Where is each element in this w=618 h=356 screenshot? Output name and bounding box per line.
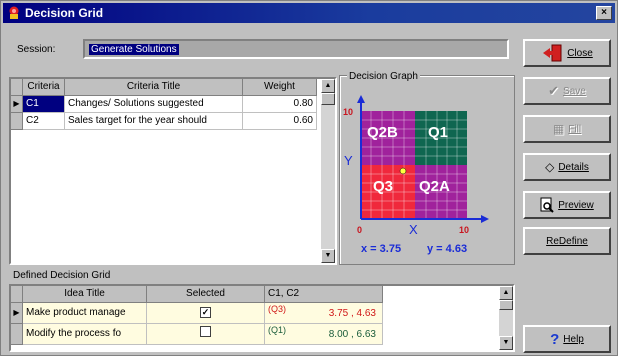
cell-criteria[interactable]: C2 xyxy=(23,113,65,130)
col-header-weight[interactable]: Weight xyxy=(243,79,317,96)
diamond-icon: ◇ xyxy=(545,160,555,174)
col-header-criteria[interactable]: Criteria xyxy=(23,79,65,96)
y-axis-label: Y xyxy=(344,153,353,168)
scroll-thumb[interactable] xyxy=(321,93,335,105)
defined-grid-scrollbar[interactable]: ▲ ▼ xyxy=(499,286,513,350)
grid-corner xyxy=(11,286,23,303)
cell-criteria-title[interactable]: Changes/ Solutions suggested xyxy=(65,96,243,113)
cell-selected[interactable]: ✓ xyxy=(147,303,265,324)
door-exit-icon xyxy=(543,44,562,62)
col-header-c1-c2[interactable]: C1, C2 xyxy=(265,286,383,303)
fill-button[interactable]: ▦ Fill xyxy=(523,115,611,143)
help-question-icon: ? xyxy=(550,330,560,348)
row-indicator[interactable] xyxy=(11,324,23,345)
save-button[interactable]: ✔ Save xyxy=(523,77,611,105)
x-axis-arrow-icon xyxy=(481,215,489,223)
preview-magnifier-icon xyxy=(540,197,554,213)
check-icon: ✔ xyxy=(548,83,560,98)
label-q1: Q1 xyxy=(428,124,448,141)
session-label: Session: xyxy=(17,44,56,55)
y-axis-arrow-icon xyxy=(357,95,365,103)
scroll-down-icon[interactable]: ▼ xyxy=(321,249,335,263)
cell-idea-title[interactable]: Make product manage xyxy=(23,303,147,324)
row-indicator[interactable]: ▶ xyxy=(11,303,23,324)
cell-idea-title[interactable]: Modify the process fo xyxy=(23,324,147,345)
label-q2b: Q2B xyxy=(367,124,398,141)
quadrant-tag: (Q1) xyxy=(268,325,286,335)
defined-grid-label: Defined Decision Grid xyxy=(13,270,111,281)
grid-fill-icon: ▦ xyxy=(552,122,565,136)
cell-c1-c2[interactable]: (Q3) 3.75 , 4.63 xyxy=(265,303,383,324)
preview-button-label: Preview xyxy=(558,199,594,211)
quadrant-tag: (Q3) xyxy=(268,304,286,314)
row-indicator[interactable] xyxy=(11,113,23,130)
close-button-label: Close xyxy=(567,47,593,59)
scroll-down-icon[interactable]: ▼ xyxy=(499,336,513,350)
x-tick-max: 10 xyxy=(459,225,469,235)
row-indicator[interactable]: ▶ xyxy=(11,96,23,113)
cell-selected[interactable] xyxy=(147,324,265,345)
col-header-idea-title[interactable]: Idea Title xyxy=(23,286,147,303)
readout-x: x = 3.75 xyxy=(361,243,401,255)
defined-decision-grid[interactable]: Idea Title Selected C1, C2 ▶ Make produc… xyxy=(9,284,515,352)
cell-weight[interactable]: 0.60 xyxy=(243,113,317,130)
criteria-scrollbar[interactable]: ▲ ▼ xyxy=(321,79,335,263)
close-button[interactable]: Close xyxy=(523,39,611,67)
help-button-label: Help xyxy=(563,333,584,345)
y-tick-max: 10 xyxy=(343,107,353,117)
scroll-thumb[interactable] xyxy=(499,300,513,310)
cell-criteria[interactable]: C1 xyxy=(23,96,65,113)
selected-checkbox[interactable]: ✓ xyxy=(200,307,211,318)
redefine-button-label: ReDefine xyxy=(546,235,588,247)
x-axis-label: X xyxy=(409,222,418,237)
session-field[interactable]: Generate Solutions xyxy=(83,39,509,59)
score-value: 3.75 , 4.63 xyxy=(328,308,376,319)
label-q3: Q3 xyxy=(373,178,393,195)
decision-graph-title: Decision Graph xyxy=(347,71,420,82)
scroll-up-icon[interactable]: ▲ xyxy=(321,79,335,93)
scroll-up-icon[interactable]: ▲ xyxy=(499,286,513,300)
selected-checkbox[interactable] xyxy=(200,326,211,337)
score-value: 8.00 , 6.63 xyxy=(328,329,376,340)
decision-grid-window: Decision Grid × Session: Generate Soluti… xyxy=(0,0,618,356)
save-button-label: Save xyxy=(563,85,586,97)
criteria-grid[interactable]: Criteria Criteria Title Weight ▶ C1 Chan… xyxy=(9,77,337,265)
readout-y: y = 4.63 xyxy=(427,243,467,255)
fill-button-label: Fill xyxy=(568,123,582,135)
decision-graph: 10 Y 0 X 10 Q2B Q1 Q3 Q2A x = 3.75 y = 4… xyxy=(343,95,489,255)
title-bar[interactable]: Decision Grid × xyxy=(3,3,615,23)
session-value: Generate Solutions xyxy=(89,44,179,55)
redefine-button[interactable]: ReDefine xyxy=(523,227,611,255)
help-button[interactable]: ? Help xyxy=(523,325,611,353)
window-title: Decision Grid xyxy=(25,6,104,20)
cell-weight[interactable]: 0.80 xyxy=(243,96,317,113)
x-tick-min: 0 xyxy=(357,225,362,235)
label-q2a: Q2A xyxy=(419,178,450,195)
grid-corner xyxy=(11,79,23,96)
app-decision-icon xyxy=(9,6,19,19)
details-button[interactable]: ◇ Details xyxy=(523,153,611,181)
cell-criteria-title[interactable]: Sales target for the year should xyxy=(65,113,243,130)
cell-c1-c2[interactable]: (Q1) 8.00 , 6.63 xyxy=(265,324,383,345)
col-header-selected[interactable]: Selected xyxy=(147,286,265,303)
decision-point xyxy=(399,167,407,175)
col-header-criteria-title[interactable]: Criteria Title xyxy=(65,79,243,96)
details-button-label: Details xyxy=(558,161,589,173)
preview-button[interactable]: Preview xyxy=(523,191,611,219)
window-close-icon[interactable]: × xyxy=(596,6,612,20)
